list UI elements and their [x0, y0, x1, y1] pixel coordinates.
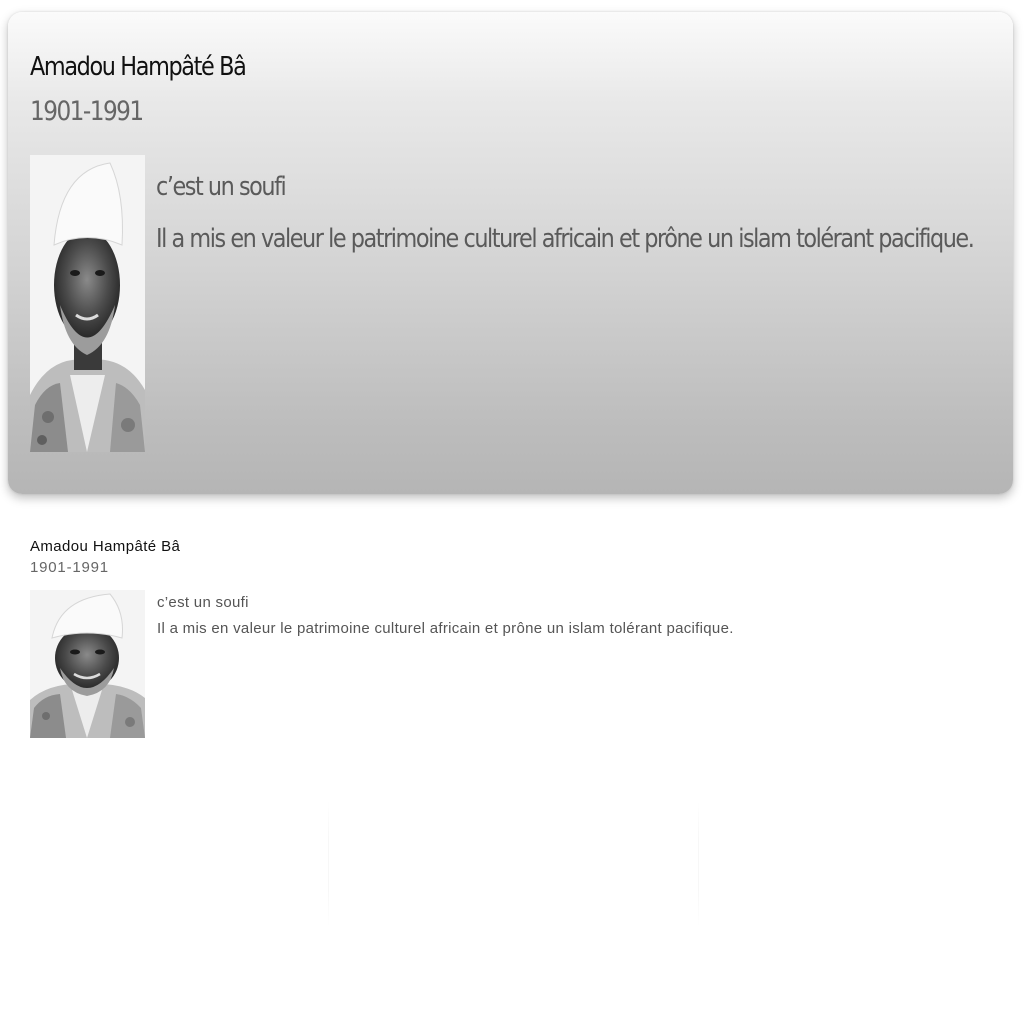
person-description: Il a mis en valeur le patrimoine culture…: [156, 224, 975, 254]
person-tagline: c’est un soufi: [156, 172, 287, 202]
person-name: Amadou Hampâté Bâ: [30, 52, 247, 82]
person-tagline: c’est un soufi: [157, 594, 249, 611]
person-portrait: [30, 155, 145, 452]
page: Amadou Hampâté Bâ 1901-1991 c’est un sou…: [0, 0, 1024, 1024]
person-card-large: Amadou Hampâté Bâ 1901-1991 c’est un sou…: [8, 12, 1013, 494]
person-name: Amadou Hampâté Bâ: [30, 538, 181, 555]
person-portrait: [30, 590, 145, 738]
person-card-small: Amadou Hampâté Bâ 1901-1991 c’est un sou…: [0, 520, 1024, 750]
person-dates: 1901-1991: [30, 559, 109, 576]
person-description: Il a mis en valeur le patrimoine culture…: [157, 620, 734, 637]
divider: [328, 800, 329, 928]
divider: [698, 800, 699, 928]
person-dates: 1901-1991: [30, 96, 144, 127]
